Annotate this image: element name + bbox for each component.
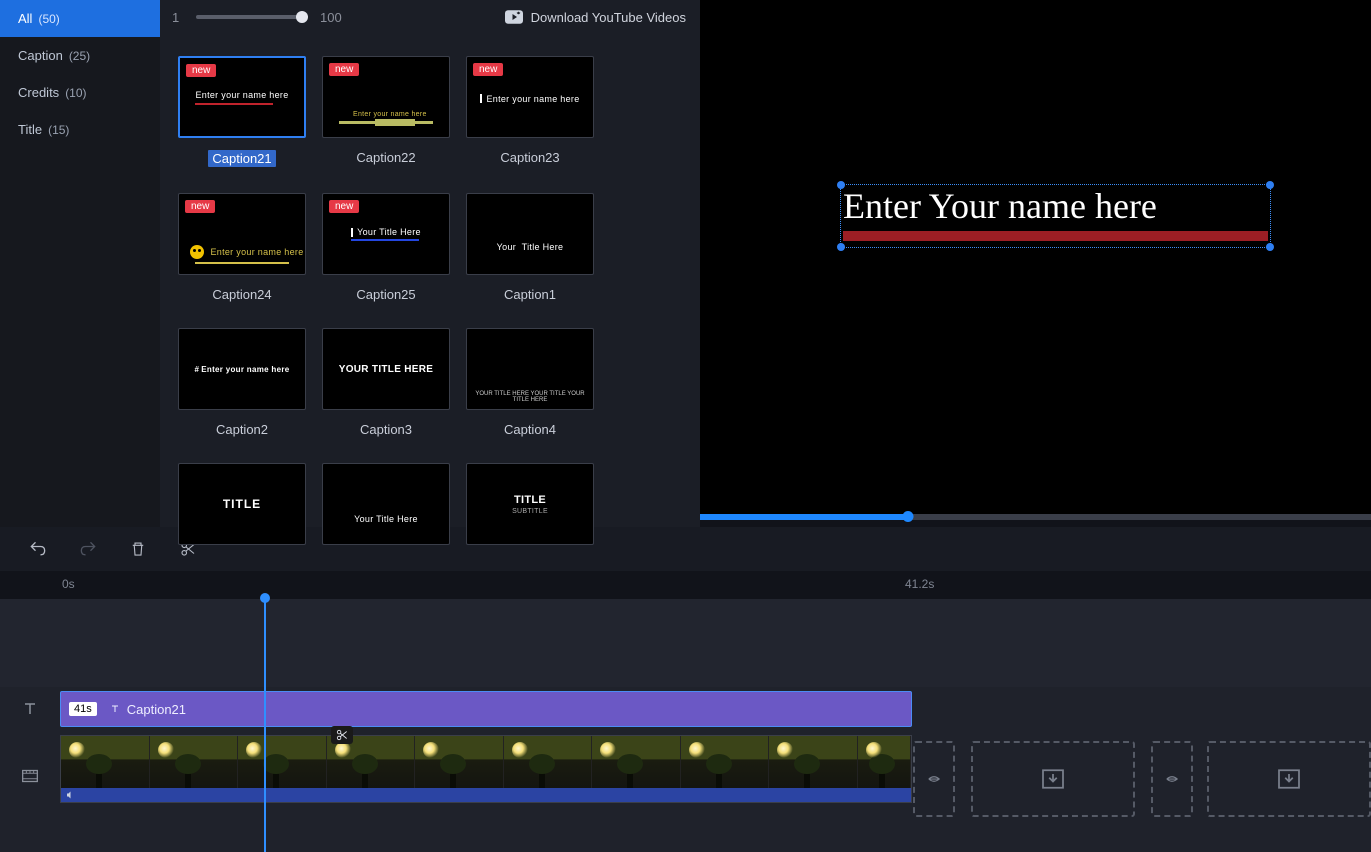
template-label: Caption22 [322, 150, 450, 165]
template-caption4[interactable]: YOUR TITLE HERE YOUR TITLE YOUR TITLE HE… [466, 328, 594, 437]
new-badge: new [185, 200, 215, 213]
resize-handle-br[interactable] [1266, 243, 1274, 251]
preview-progress[interactable] [700, 514, 1371, 520]
template-label: Caption3 [322, 422, 450, 437]
new-badge: new [473, 63, 503, 76]
delete-button[interactable] [128, 539, 148, 559]
sidebar-item-caption[interactable]: Caption(25) [0, 37, 160, 74]
template-panel: 1 100 Download YouTube Videos newEnter y… [160, 0, 700, 572]
template-caption3[interactable]: YOUR TITLE HERECaption3 [322, 328, 450, 437]
thumb-size-max: 100 [320, 10, 342, 25]
sidebar-item-all[interactable]: All(50) [0, 0, 160, 37]
template-label: Caption23 [466, 150, 594, 165]
text-track-icon [0, 687, 60, 731]
template-label: Caption21 [208, 150, 275, 167]
overlay-text[interactable]: Enter Your name here [843, 185, 1268, 227]
sidebar-item-credits[interactable]: Credits(10) [0, 74, 160, 111]
template-caption23[interactable]: newEnter your name hereCaption23 [466, 56, 594, 167]
transition-drop-zone-2[interactable] [1151, 741, 1193, 817]
redo-button[interactable] [78, 539, 98, 559]
template-caption21[interactable]: newEnter your name hereCaption21 [178, 56, 306, 167]
overlay-underline [843, 231, 1268, 241]
audio-waveform-bar [61, 788, 911, 802]
template-caption24[interactable]: newEnter your name hereCaption24 [178, 193, 306, 302]
timeline-ruler[interactable]: 0s 41.2s [0, 571, 1371, 599]
undo-button[interactable] [28, 539, 48, 559]
transition-drop-zone[interactable] [913, 741, 955, 817]
resize-handle-tl[interactable] [837, 181, 845, 189]
new-badge: new [329, 200, 359, 213]
template-caption2[interactable]: Enter your name hereCaption2 [178, 328, 306, 437]
category-sidebar: All(50) Caption(25) Credits(10) Title(15… [0, 0, 160, 572]
resize-handle-bl[interactable] [837, 243, 845, 251]
empty-track-icon [0, 599, 60, 687]
video-track-icon [0, 731, 60, 821]
thumb-size-slider[interactable] [196, 15, 308, 19]
preview-panel: Enter Your name here [700, 0, 1371, 572]
new-badge: new [329, 63, 359, 76]
new-badge: new [186, 64, 216, 77]
template-label: Caption1 [466, 287, 594, 302]
template-label: Caption25 [322, 287, 450, 302]
clip-label: Caption21 [127, 702, 186, 717]
playhead[interactable] [264, 599, 266, 852]
text-clip[interactable]: 41s Caption21 [60, 691, 912, 727]
youtube-icon [505, 10, 523, 24]
template-label: Caption24 [178, 287, 306, 302]
timeline-panel: 0s 41.2s 41s Caption21 [0, 527, 1371, 852]
template-caption22[interactable]: newEnter your name hereCaption22 [322, 56, 450, 167]
template-caption25[interactable]: newYour Title HereCaption25 [322, 193, 450, 302]
download-youtube-link[interactable]: Download YouTube Videos [505, 10, 686, 25]
template-label: Caption2 [178, 422, 306, 437]
media-drop-zone-2[interactable] [1207, 741, 1371, 817]
template-label: Caption4 [466, 422, 594, 437]
media-drop-zone[interactable] [971, 741, 1135, 817]
text-icon [109, 703, 121, 715]
preview-canvas[interactable]: Enter Your name here [700, 0, 1371, 514]
sidebar-item-title[interactable]: Title(15) [0, 111, 160, 148]
thumb-size-min: 1 [172, 10, 184, 25]
text-overlay-box[interactable]: Enter Your name here [840, 184, 1271, 248]
split-handle[interactable] [331, 726, 353, 744]
video-clip[interactable] [60, 735, 912, 803]
clip-duration: 41s [69, 702, 97, 716]
resize-handle-tr[interactable] [1266, 181, 1274, 189]
template-caption1[interactable]: Your Title HereCaption1 [466, 193, 594, 302]
